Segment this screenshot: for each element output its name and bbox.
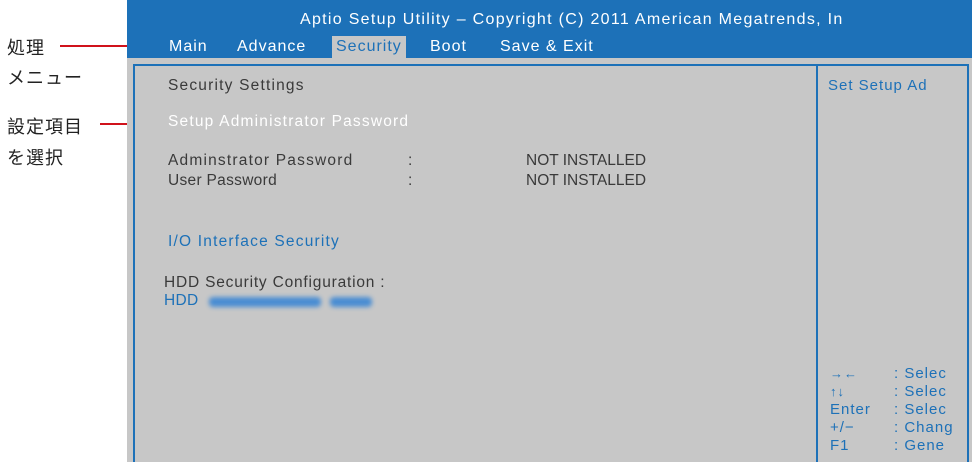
bios-title: Aptio Setup Utility – Copyright (C) 2011…: [300, 11, 844, 28]
setup-admin-password-item[interactable]: Setup Administrator Password: [168, 113, 409, 131]
menu-save-exit[interactable]: Save & Exit: [496, 36, 598, 58]
hdd-item-label[interactable]: HDD: [164, 292, 198, 310]
bios-screen: Aptio Setup Utility – Copyright (C) 2011…: [127, 0, 972, 462]
help-desc-enter: : Selec: [894, 401, 947, 418]
menu-main[interactable]: Main: [165, 36, 212, 58]
annotation-menu-label-line1: 処理: [7, 38, 45, 59]
menu-bar: Main Advance Security Boot Save & Exit: [127, 36, 972, 58]
help-key-up-down: ↑↓: [830, 384, 845, 399]
io-interface-security-item[interactable]: I/O Interface Security: [168, 233, 340, 251]
user-password-colon: :: [408, 172, 414, 189]
hdd-model-redacted: [209, 297, 321, 307]
menu-advance[interactable]: Advance: [233, 36, 310, 58]
help-panel-divider: [816, 64, 818, 462]
annotation-menu-label-line2: メニュー: [7, 68, 83, 89]
annotation-item-label-line2: を選択: [7, 148, 64, 169]
admin-password-label: Adminstrator Password: [168, 152, 354, 169]
admin-password-colon: :: [408, 152, 414, 169]
help-desc-up-down: : Selec: [894, 383, 947, 400]
menu-security[interactable]: Security: [332, 36, 406, 58]
section-title: Security Settings: [168, 77, 305, 94]
hdd-serial-redacted: [330, 297, 372, 307]
help-key-enter: Enter: [830, 401, 871, 418]
help-desc-plus-minus: : Chang: [894, 419, 954, 436]
help-key-f1: F1: [830, 437, 850, 454]
help-desc-left-right: : Selec: [894, 365, 947, 382]
menu-boot[interactable]: Boot: [426, 36, 471, 58]
help-key-plus-minus: +/−: [830, 419, 855, 436]
title-bar: Aptio Setup Utility – Copyright (C) 2011…: [127, 0, 972, 36]
user-password-label: User Password: [168, 172, 277, 189]
user-password-status: NOT INSTALLED: [526, 172, 647, 189]
annotation-item-label-line1: 設定項目: [7, 117, 83, 138]
help-desc-f1: : Gene: [894, 437, 946, 454]
hdd-security-config-label: HDD Security Configuration :: [164, 274, 386, 291]
admin-password-status: NOT INSTALLED: [526, 152, 647, 169]
help-key-left-right: →←: [830, 366, 858, 381]
help-description: Set Setup Ad: [828, 77, 928, 94]
